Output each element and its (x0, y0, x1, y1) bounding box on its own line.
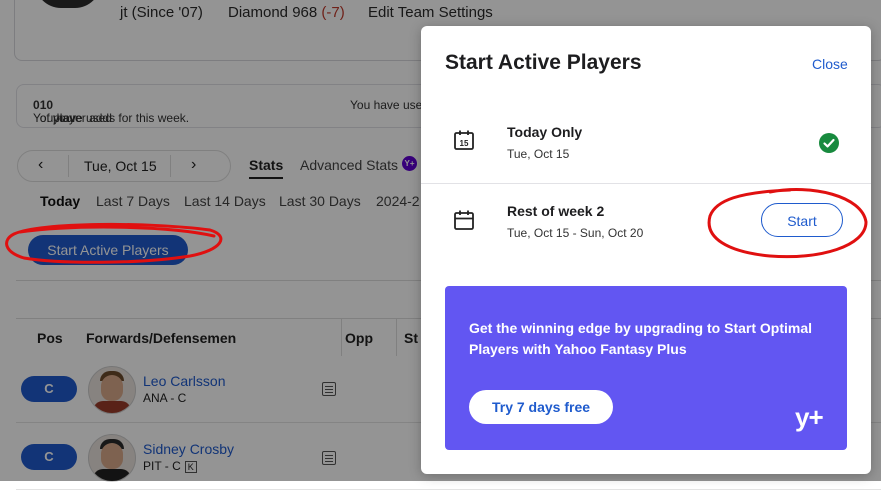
start-active-players-modal: Start Active Players Close 15 Today Only… (421, 26, 871, 474)
calendar-icon (453, 209, 475, 236)
option-subtitle: Tue, Oct 15 - Sun, Oct 20 (507, 226, 644, 240)
promo-text: Get the winning edge by upgrading to Sta… (469, 320, 813, 357)
free-trial-button[interactable]: Try 7 days free (469, 390, 613, 424)
yahoo-plus-logo: y+ (795, 402, 824, 432)
modal-title: Start Active Players (445, 51, 642, 74)
option-title: Today Only (507, 124, 583, 140)
checkmark-icon (819, 133, 839, 153)
option-subtitle: Tue, Oct 15 (507, 147, 570, 161)
calendar-15-icon: 15 (453, 129, 475, 156)
option-title: Rest of week 2 (507, 203, 605, 219)
divider (421, 183, 871, 184)
yahoo-plus-promo: Get the winning edge by upgrading to Sta… (445, 286, 847, 450)
svg-text:15: 15 (460, 139, 469, 148)
close-button[interactable]: Close (812, 56, 848, 72)
start-button[interactable]: Start (761, 203, 843, 237)
